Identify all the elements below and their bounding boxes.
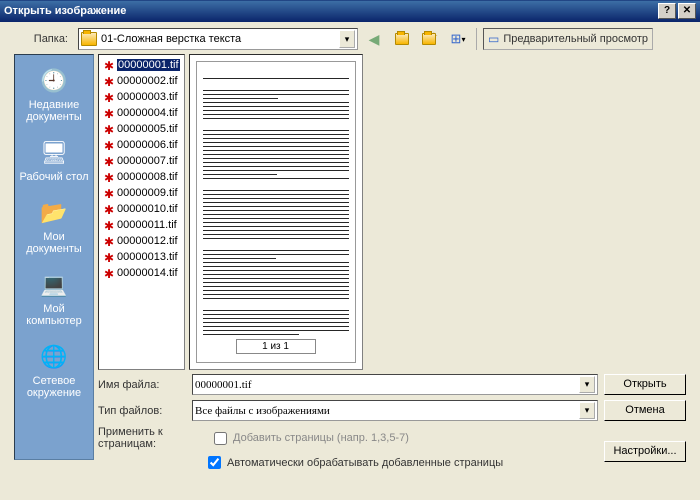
folder-icon bbox=[81, 32, 97, 46]
filename-label: Имя файла: bbox=[98, 379, 192, 391]
tif-file-icon: ✱ bbox=[103, 75, 115, 87]
network-icon: 🌐 bbox=[38, 341, 70, 373]
new-folder-button[interactable]: ✦ bbox=[418, 28, 442, 50]
settings-button[interactable]: Настройки... bbox=[604, 441, 686, 462]
file-name: 00000006.tif bbox=[117, 139, 178, 151]
file-item[interactable]: ✱00000006.tif bbox=[101, 137, 182, 153]
open-button[interactable]: Открыть bbox=[604, 374, 686, 395]
tif-file-icon: ✱ bbox=[103, 267, 115, 279]
apply-pages-label: Применить к страницам: bbox=[98, 426, 208, 450]
file-item[interactable]: ✱00000005.tif bbox=[101, 121, 182, 137]
file-name: 00000010.tif bbox=[117, 203, 178, 215]
filetype-input[interactable] bbox=[195, 405, 579, 417]
file-item[interactable]: ✱00000009.tif bbox=[101, 185, 182, 201]
file-name: 00000005.tif bbox=[117, 123, 178, 135]
file-item[interactable]: ✱00000002.tif bbox=[101, 73, 182, 89]
cancel-button[interactable]: Отмена bbox=[604, 400, 686, 421]
documents-icon: 📂 bbox=[38, 197, 70, 229]
window-title: Открыть изображение bbox=[4, 5, 656, 17]
file-name: 00000001.tif bbox=[117, 59, 180, 71]
file-item[interactable]: ✱00000012.tif bbox=[101, 233, 182, 249]
place-computer[interactable]: 💻 Мой компьютер bbox=[17, 265, 91, 335]
add-pages-label: Добавить страницы (напр. 1,3,5-7) bbox=[233, 432, 409, 444]
filetype-label: Тип файлов: bbox=[98, 405, 192, 417]
preview-toggle[interactable]: ▭ Предварительный просмотр bbox=[483, 28, 653, 50]
file-item[interactable]: ✱00000014.tif bbox=[101, 265, 182, 281]
tif-file-icon: ✱ bbox=[103, 107, 115, 119]
file-name: 00000003.tif bbox=[117, 91, 178, 103]
add-pages-checkbox[interactable] bbox=[214, 432, 227, 445]
separator bbox=[476, 28, 477, 50]
tif-file-icon: ✱ bbox=[103, 91, 115, 103]
filename-input[interactable] bbox=[195, 379, 579, 391]
tif-file-icon: ✱ bbox=[103, 171, 115, 183]
file-name: 00000004.tif bbox=[117, 107, 178, 119]
file-item[interactable]: ✱00000003.tif bbox=[101, 89, 182, 105]
file-item[interactable]: ✱00000013.tif bbox=[101, 249, 182, 265]
file-item[interactable]: ✱00000011.tif bbox=[101, 217, 182, 233]
file-name: 00000002.tif bbox=[117, 75, 178, 87]
title-bar: Открыть изображение ? ✕ bbox=[0, 0, 700, 22]
file-item[interactable]: ✱00000001.tif bbox=[101, 57, 182, 73]
filename-field[interactable]: ▾ bbox=[192, 374, 598, 395]
chevron-down-icon[interactable]: ▾ bbox=[579, 376, 595, 393]
tif-file-icon: ✱ bbox=[103, 219, 115, 231]
tif-file-icon: ✱ bbox=[103, 187, 115, 199]
file-name: 00000014.tif bbox=[117, 267, 178, 279]
file-name: 00000007.tif bbox=[117, 155, 178, 167]
close-button[interactable]: ✕ bbox=[678, 3, 696, 19]
filetype-field[interactable]: ▾ bbox=[192, 400, 598, 421]
file-name: 00000012.tif bbox=[117, 235, 178, 247]
tif-file-icon: ✱ bbox=[103, 203, 115, 215]
file-item[interactable]: ✱00000010.tif bbox=[101, 201, 182, 217]
preview-panel: 1 из 1 bbox=[189, 54, 363, 370]
preview-document: 1 из 1 bbox=[196, 61, 356, 363]
preview-text-lines bbox=[203, 70, 349, 335]
chevron-down-icon[interactable]: ▾ bbox=[579, 402, 595, 419]
autoprocess-checkbox[interactable] bbox=[208, 456, 221, 469]
file-name: 00000013.tif bbox=[117, 251, 178, 263]
preview-icon: ▭ bbox=[488, 32, 499, 46]
folder-dropdown[interactable]: 01-Сложная верстка текста ▾ bbox=[78, 28, 358, 50]
tif-file-icon: ✱ bbox=[103, 251, 115, 263]
place-desktop[interactable]: 🖥 Рабочий стол bbox=[17, 133, 91, 191]
recent-icon: 🕘 bbox=[38, 65, 70, 97]
desktop-icon: 🖥 bbox=[38, 137, 70, 169]
tif-file-icon: ✱ bbox=[103, 139, 115, 151]
tif-file-icon: ✱ bbox=[103, 235, 115, 247]
view-menu-button[interactable]: ⊞▾ bbox=[446, 28, 470, 50]
page-indicator: 1 из 1 bbox=[236, 339, 316, 354]
up-one-level-button[interactable]: ↑ bbox=[390, 28, 414, 50]
file-name: 00000009.tif bbox=[117, 187, 178, 199]
main-area: 🕘 Недавние документы 🖥 Рабочий стол 📂 Мо… bbox=[0, 54, 700, 477]
file-name: 00000011.tif bbox=[117, 219, 177, 231]
back-button[interactable]: ◀ bbox=[362, 28, 386, 50]
places-bar: 🕘 Недавние документы 🖥 Рабочий стол 📂 Мо… bbox=[14, 54, 94, 460]
tif-file-icon: ✱ bbox=[103, 59, 115, 71]
place-network[interactable]: 🌐 Сетевое окружение bbox=[17, 337, 91, 407]
place-recent[interactable]: 🕘 Недавние документы bbox=[17, 61, 91, 131]
file-pane: ✱00000001.tif✱00000002.tif✱00000003.tif✱… bbox=[98, 54, 686, 469]
autoprocess-label: Автоматически обрабатывать добавленные с… bbox=[227, 457, 503, 469]
file-item[interactable]: ✱00000008.tif bbox=[101, 169, 182, 185]
tif-file-icon: ✱ bbox=[103, 123, 115, 135]
toolbar: Папка: 01-Сложная верстка текста ▾ ◀ ↑ ✦… bbox=[0, 22, 700, 54]
file-name: 00000008.tif bbox=[117, 171, 178, 183]
folder-label: Папка: bbox=[14, 33, 74, 45]
file-item[interactable]: ✱00000004.tif bbox=[101, 105, 182, 121]
place-documents[interactable]: 📂 Мои документы bbox=[17, 193, 91, 263]
folder-name: 01-Сложная верстка текста bbox=[101, 33, 339, 45]
file-item[interactable]: ✱00000007.tif bbox=[101, 153, 182, 169]
tif-file-icon: ✱ bbox=[103, 155, 115, 167]
computer-icon: 💻 bbox=[38, 269, 70, 301]
help-button[interactable]: ? bbox=[658, 3, 676, 19]
bottom-form: Имя файла: ▾ Тип файлов: ▾ Применить к с… bbox=[98, 374, 686, 469]
chevron-down-icon[interactable]: ▾ bbox=[339, 30, 355, 48]
file-list[interactable]: ✱00000001.tif✱00000002.tif✱00000003.tif✱… bbox=[98, 54, 185, 370]
